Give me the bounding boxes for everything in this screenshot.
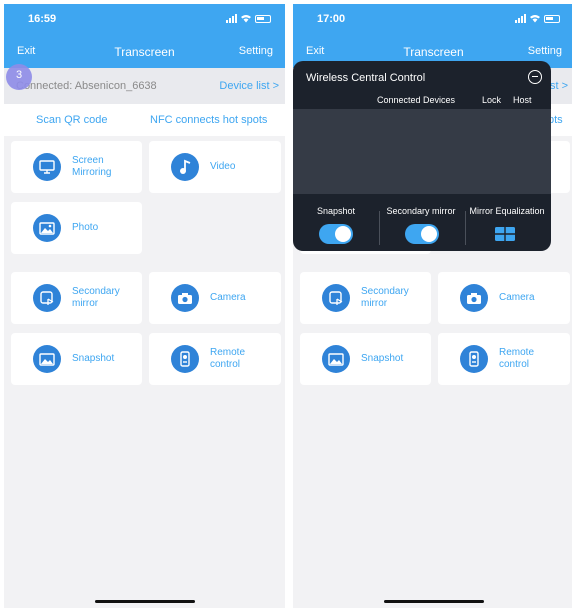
music-note-icon xyxy=(171,153,199,181)
camera-icon xyxy=(171,284,199,312)
status-time: 16:59 xyxy=(28,13,57,25)
remote-control-card[interactable]: Remote control xyxy=(149,333,281,385)
card-label: Remote control xyxy=(499,347,535,370)
secondary-mirror-toggle[interactable] xyxy=(405,224,439,244)
header: 16:59 Exit Transcreen Setting xyxy=(4,4,285,68)
wireless-central-control-popup: Wireless Central Control Connected Devic… xyxy=(293,61,551,251)
card-label: Video xyxy=(210,161,236,172)
wifi-icon xyxy=(241,15,251,23)
home-indicator[interactable] xyxy=(95,600,195,603)
remote-control-card[interactable]: Remote control xyxy=(438,333,570,385)
card-label: Camera xyxy=(499,292,535,303)
snapshot-label: Snapshot xyxy=(316,206,356,216)
card-label: Remote control xyxy=(210,347,246,370)
card-label: Snapshot xyxy=(361,353,404,364)
snapshot-icon xyxy=(322,345,350,373)
signal-icon xyxy=(515,14,526,23)
host-header: Host xyxy=(513,95,532,105)
setting-button[interactable]: Setting xyxy=(528,45,562,57)
status-icons xyxy=(515,14,560,23)
scan-qr-link[interactable]: Scan QR code xyxy=(36,114,108,126)
secondary-mirror-card[interactable]: Secondary mirror xyxy=(300,272,431,324)
remote-icon xyxy=(460,345,488,373)
left-screen: 16:59 Exit Transcreen Setting Connected:… xyxy=(4,4,285,608)
mirror-equalization-label: Mirror Equalization xyxy=(469,206,545,216)
battery-icon xyxy=(255,14,271,23)
devices-list-area xyxy=(293,109,551,194)
device-list-link[interactable]: Device list > xyxy=(219,80,279,92)
step-badge: 3 xyxy=(6,64,32,90)
nfc-link[interactable]: NFC connects hot spots xyxy=(150,114,267,126)
photo-card[interactable]: Photo xyxy=(11,202,142,254)
screen-mirroring-card[interactable]: Screen Mirroring xyxy=(11,141,142,193)
camera-card[interactable]: Camera xyxy=(438,272,570,324)
popup-title: Wireless Central Control xyxy=(306,72,426,84)
card-label: Secondary mirror xyxy=(361,286,409,309)
card-label: Screen Mirroring xyxy=(72,155,112,178)
battery-icon xyxy=(544,14,560,23)
grid-icon[interactable] xyxy=(495,227,515,241)
wifi-icon xyxy=(530,15,540,23)
lock-header: Lock xyxy=(482,95,502,105)
right-screen: 17:00 Exit Transcreen Setting st > pts S… xyxy=(293,4,572,608)
signal-icon xyxy=(226,14,237,23)
video-card[interactable]: Video xyxy=(149,141,281,193)
divider xyxy=(465,211,466,245)
connection-bar: Connected: Absenicon_6638 Device list > xyxy=(4,68,285,104)
status-time: 17:00 xyxy=(317,13,346,25)
snapshot-toggle[interactable] xyxy=(319,224,353,244)
header: 17:00 Exit Transcreen Setting xyxy=(293,4,572,68)
connected-devices-header: Connected Devices xyxy=(377,95,456,105)
divider xyxy=(379,211,380,245)
snapshot-card[interactable]: Snapshot xyxy=(11,333,142,385)
device-list-link[interactable]: st > xyxy=(550,80,568,92)
card-label: Camera xyxy=(210,292,246,303)
camera-icon xyxy=(460,284,488,312)
secondary-mirror-label: Secondary mirror xyxy=(386,206,456,216)
link-row: Scan QR code NFC connects hot spots xyxy=(4,104,285,136)
card-label: Secondary mirror xyxy=(72,286,120,309)
snapshot-icon xyxy=(33,345,61,373)
secondary-mirror-card[interactable]: Secondary mirror xyxy=(11,272,142,324)
snapshot-card[interactable]: Snapshot xyxy=(300,333,431,385)
secondary-mirror-icon xyxy=(322,284,350,312)
secondary-mirror-icon xyxy=(33,284,61,312)
card-label: Photo xyxy=(72,222,99,233)
camera-card[interactable]: Camera xyxy=(149,272,281,324)
setting-button[interactable]: Setting xyxy=(239,45,273,57)
monitor-icon xyxy=(33,153,61,181)
card-label: Snapshot xyxy=(72,353,115,364)
remote-icon xyxy=(171,345,199,373)
close-icon[interactable] xyxy=(528,70,542,84)
photo-icon xyxy=(33,214,61,242)
home-indicator[interactable] xyxy=(384,600,484,603)
status-icons xyxy=(226,14,271,23)
connection-status: Connected: Absenicon_6638 xyxy=(16,80,157,92)
